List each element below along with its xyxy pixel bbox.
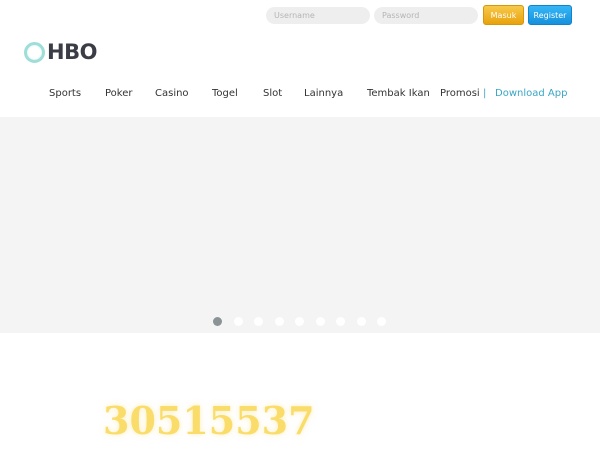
- nav-item-slot[interactable]: Slot: [263, 88, 282, 99]
- carousel-dot[interactable]: [295, 317, 304, 326]
- register-button[interactable]: Register: [528, 5, 572, 25]
- carousel-dots: [213, 317, 386, 326]
- nav-item-sports[interactable]: Sports: [49, 88, 81, 99]
- carousel-dot[interactable]: [254, 317, 263, 326]
- carousel-dot[interactable]: [336, 317, 345, 326]
- nav-item-casino[interactable]: Casino: [155, 88, 189, 99]
- nav-item-tembak-ikan[interactable]: Tembak Ikan: [367, 88, 430, 99]
- carousel-dot[interactable]: [274, 317, 284, 326]
- site-logo[interactable]: HBO: [24, 40, 97, 64]
- password-input[interactable]: [374, 6, 478, 24]
- banner-carousel[interactable]: [0, 117, 600, 333]
- download-app-link[interactable]: Download App: [495, 88, 567, 99]
- carousel-dot[interactable]: [233, 317, 243, 326]
- username-input[interactable]: [266, 6, 370, 24]
- carousel-dot[interactable]: [377, 317, 386, 326]
- carousel-dot[interactable]: [356, 317, 366, 326]
- nav-separator: |: [483, 88, 487, 99]
- main-nav: Sports Poker Casino Togel Slot Lainnya T…: [0, 88, 600, 102]
- jackpot-counter: 30515537: [103, 398, 315, 443]
- page: Masuk Register HBO Sports Poker Casino T…: [0, 0, 600, 450]
- carousel-dot[interactable]: [315, 317, 325, 326]
- login-bar: Masuk Register: [266, 5, 572, 25]
- logo-text: HBO: [47, 40, 97, 64]
- logo-ring-icon: [24, 41, 45, 63]
- nav-item-poker[interactable]: Poker: [105, 88, 133, 99]
- masuk-button[interactable]: Masuk: [483, 5, 524, 25]
- nav-item-promosi[interactable]: Promosi: [440, 88, 480, 99]
- nav-item-lainnya[interactable]: Lainnya: [304, 88, 343, 99]
- nav-item-togel[interactable]: Togel: [212, 88, 238, 99]
- carousel-dot[interactable]: [213, 317, 222, 326]
